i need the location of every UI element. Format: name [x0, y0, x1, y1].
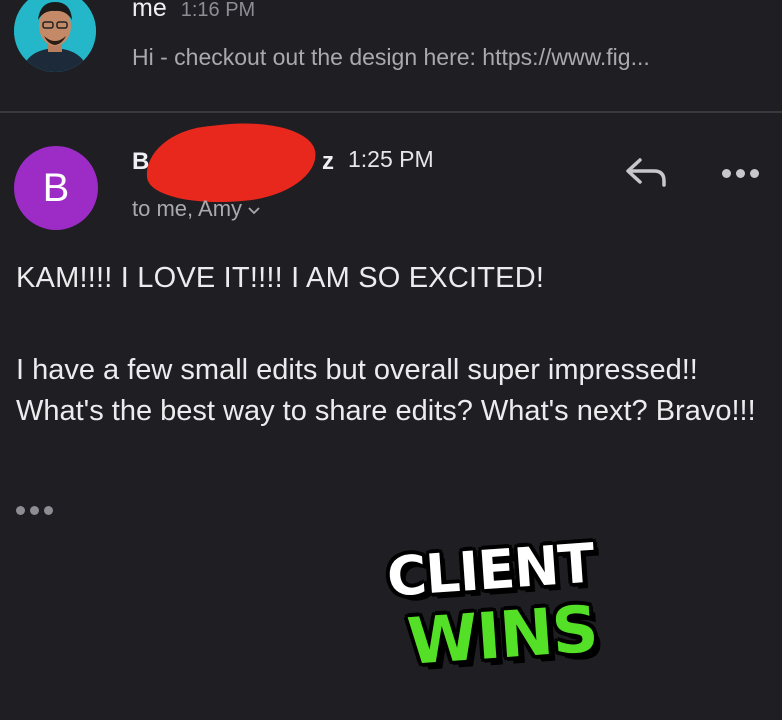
sender-avatar[interactable]: B	[14, 146, 98, 230]
sender-avatar-me[interactable]	[14, 0, 96, 72]
more-options-icon	[722, 169, 731, 178]
ellipsis-icon	[16, 506, 25, 515]
message-time: 1:25 PM	[348, 146, 434, 172]
message-time: 1:16 PM	[180, 0, 256, 21]
person-photo-icon	[14, 0, 96, 72]
ellipsis-icon	[30, 506, 39, 515]
recipients-toggle[interactable]: to me, Amy	[132, 196, 260, 222]
show-trimmed-content-button[interactable]	[16, 500, 56, 520]
more-options-icon	[736, 169, 745, 178]
sender-name-end: z	[322, 148, 334, 175]
chevron-down-icon	[248, 202, 260, 218]
message-body-line: KAM!!!! I LOVE IT!!!! I AM SO EXCITED!	[16, 262, 545, 294]
message-preview[interactable]: Hi - checkout out the design here: https…	[132, 44, 650, 71]
divider	[0, 111, 782, 113]
more-options-icon	[750, 169, 759, 178]
reply-button[interactable]	[620, 150, 672, 194]
message-body-paragraph: I have a few small edits but overall sup…	[16, 354, 756, 427]
ellipsis-icon	[44, 506, 53, 515]
overlay-title-line2: WINS	[405, 592, 600, 680]
more-options-button[interactable]	[716, 150, 768, 194]
sender-name-redacted[interactable]: B z	[132, 115, 342, 211]
sender-name-me: me 1:16 PM	[132, 0, 255, 23]
recipients-label: to me, Amy	[132, 196, 243, 221]
sender-name: me	[132, 0, 167, 22]
reply-icon	[626, 158, 666, 187]
